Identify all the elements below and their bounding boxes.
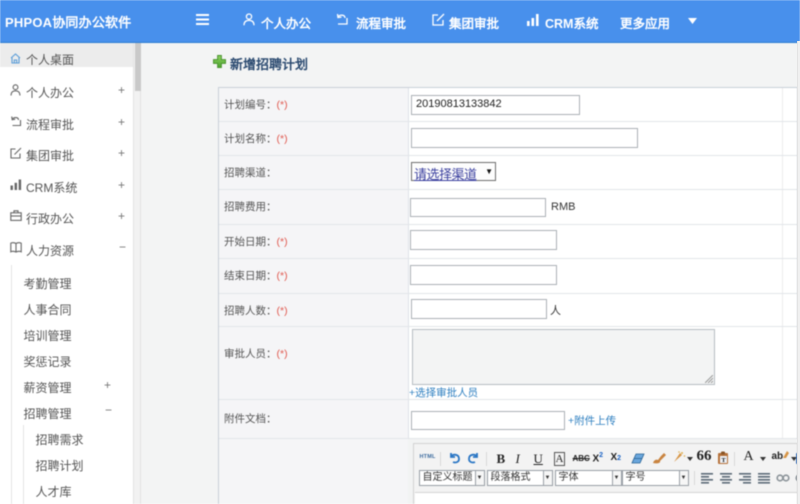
svg-text:T: T: [721, 457, 726, 464]
